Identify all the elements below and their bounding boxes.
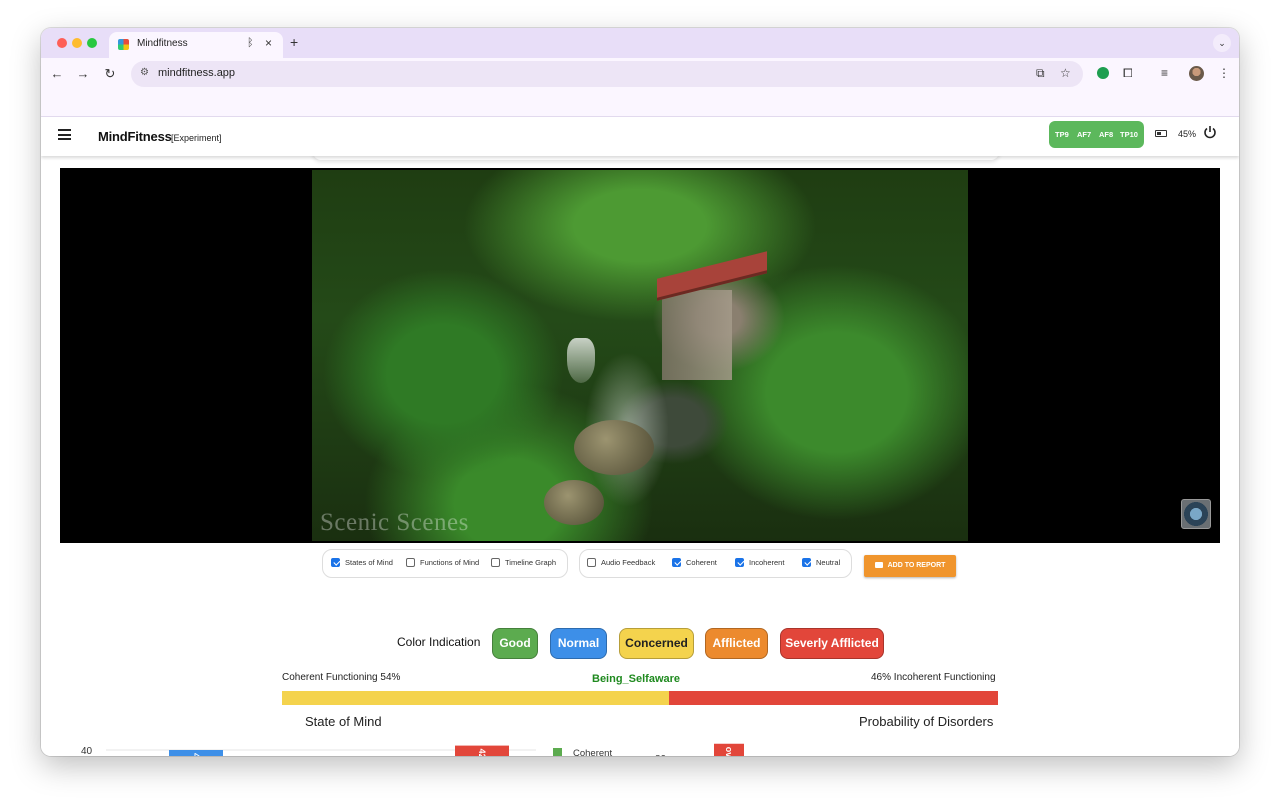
bar-label: 40% N	[191, 753, 201, 756]
video-player[interactable]: Scenic Scenes	[60, 168, 1220, 543]
rock	[544, 480, 604, 525]
sensor-af8: AF8	[1099, 130, 1114, 139]
sensor-tp10: TP10	[1120, 130, 1138, 139]
mind-state-label: Being_Selfaware	[592, 673, 681, 685]
forest-scene-image: Scenic Scenes	[312, 170, 968, 541]
battery-percent: 45%	[1178, 129, 1197, 139]
video-watermark: Scenic Scenes	[320, 509, 469, 536]
mode-tag: [Experiment]	[171, 133, 222, 143]
collapsed-card	[313, 156, 999, 160]
legend-label: Coherent	[573, 748, 612, 756]
y-tick-label: 40	[81, 746, 93, 756]
color-indication-title: Color Indication	[397, 635, 481, 649]
chip-concerned: Concerned	[619, 628, 694, 659]
browser-window: Mindfitness ᛒ × + ⌄ ← → ↻ ⚙ mindfitness.…	[41, 28, 1239, 756]
chip-afflicted: Afflicted	[705, 628, 768, 659]
incoherent-percentage: 46% Incoherent Functioning	[871, 672, 996, 683]
incoherent-checkbox[interactable]: Incoherent	[735, 558, 784, 567]
disorders-chart: 6080 overthio s c Inco anxie	[655, 743, 744, 756]
state-of-mind-chart: 304040% N 35% I 36% 42% U CoherentNeutralInc…	[81, 745, 612, 756]
url-text: mindfitness.app	[158, 67, 236, 79]
new-tab-button[interactable]: +	[290, 34, 298, 50]
chip-good: Good	[492, 628, 538, 659]
bookmark-star-icon[interactable]: ☆	[1060, 66, 1071, 80]
state-of-mind-title: State of Mind	[305, 714, 382, 729]
channel-logo	[1181, 499, 1211, 529]
audio-feedback-checkbox[interactable]: Audio Feedback	[587, 558, 655, 567]
favicon-icon	[118, 39, 129, 50]
app-header: MindFitness [Experiment] TP9 AF7 AF8 TP1…	[41, 117, 1239, 156]
brand-logo: MindFitness	[98, 129, 172, 144]
functions-of-mind-checkbox[interactable]: Functions of Mind	[406, 558, 479, 567]
mill-building	[662, 290, 732, 380]
view-options-group: States of Mind Functions of Mind Timelin…	[322, 549, 568, 578]
reload-icon[interactable]: ↻	[102, 66, 118, 82]
timeline-graph-checkbox[interactable]: Timeline Graph	[491, 558, 556, 567]
desktop: Mindfitness ᛒ × + ⌄ ← → ↻ ⚙ mindfitness.…	[0, 0, 1280, 810]
legend-swatch	[553, 748, 562, 756]
bookmark-bar	[41, 90, 1239, 117]
chip-normal: Normal	[550, 628, 607, 659]
rock	[574, 420, 654, 475]
browser-tab[interactable]: Mindfitness ᛒ ×	[109, 32, 283, 58]
neutral-checkbox[interactable]: Neutral	[802, 558, 840, 567]
battery-icon	[1155, 130, 1167, 137]
site-settings-icon[interactable]: ⚙	[140, 67, 149, 78]
chip-severly-afflicted: Severly Afflicted	[780, 628, 884, 659]
install-app-icon[interactable]: ⧉	[1036, 66, 1045, 81]
bar-label: overthi	[724, 747, 734, 756]
coherent-segment	[282, 691, 669, 705]
coherent-checkbox[interactable]: Coherent	[672, 558, 717, 567]
coherent-percentage: Coherent Functioning 54%	[282, 672, 401, 683]
tab-title: Mindfitness	[137, 38, 188, 49]
sensor-status: TP9 AF7 AF8 TP10	[1049, 121, 1144, 148]
main-content: Scenic Scenes States of Mind Functions o…	[41, 156, 1239, 756]
profile-avatar[interactable]	[1189, 66, 1204, 81]
extensions-puzzle-icon[interactable]: ⧠	[1123, 66, 1133, 81]
feedback-options-group: Audio Feedback Coherent Incoherent Neutr…	[579, 549, 852, 578]
browser-toolbar: ← → ↻ ⚙ mindfitness.app ⧉ ☆ ⧠ ≡ ⋮	[41, 58, 1239, 90]
incoherent-segment	[668, 691, 998, 705]
forward-icon[interactable]: →	[75, 66, 91, 81]
power-icon[interactable]	[1203, 125, 1217, 139]
y-tick-label: 80	[655, 754, 667, 756]
extension-icon[interactable]	[1097, 67, 1109, 79]
fullscreen-window-button[interactable]	[87, 38, 97, 48]
coherence-bar	[282, 691, 998, 705]
tab-strip: Mindfitness ᛒ × + ⌄	[41, 28, 1239, 58]
close-tab-icon[interactable]: ×	[265, 36, 272, 50]
sensor-tp9: TP9	[1055, 130, 1069, 139]
back-icon[interactable]: ←	[49, 66, 65, 81]
states-of-mind-checkbox[interactable]: States of Mind	[331, 558, 393, 567]
close-window-button[interactable]	[57, 38, 67, 48]
minimize-window-button[interactable]	[72, 38, 82, 48]
media-control-icon[interactable]: ≡	[1161, 66, 1168, 80]
hamburger-menu-icon[interactable]	[58, 129, 71, 140]
address-bar[interactable]: ⚙ mindfitness.app ⧉ ☆	[131, 61, 1083, 87]
camera-icon	[874, 562, 883, 568]
bluetooth-icon: ᛒ	[247, 37, 254, 49]
tab-search-button[interactable]: ⌄	[1213, 34, 1231, 52]
add-to-report-button[interactable]: ADD TO REPORT	[864, 555, 956, 577]
sensor-af7: AF7	[1077, 130, 1092, 139]
disorders-title: Probability of Disorders	[859, 714, 994, 729]
bar-label: 42% U	[477, 749, 487, 756]
waterfall	[567, 338, 595, 383]
menu-kebab-icon[interactable]: ⋮	[1218, 66, 1230, 80]
